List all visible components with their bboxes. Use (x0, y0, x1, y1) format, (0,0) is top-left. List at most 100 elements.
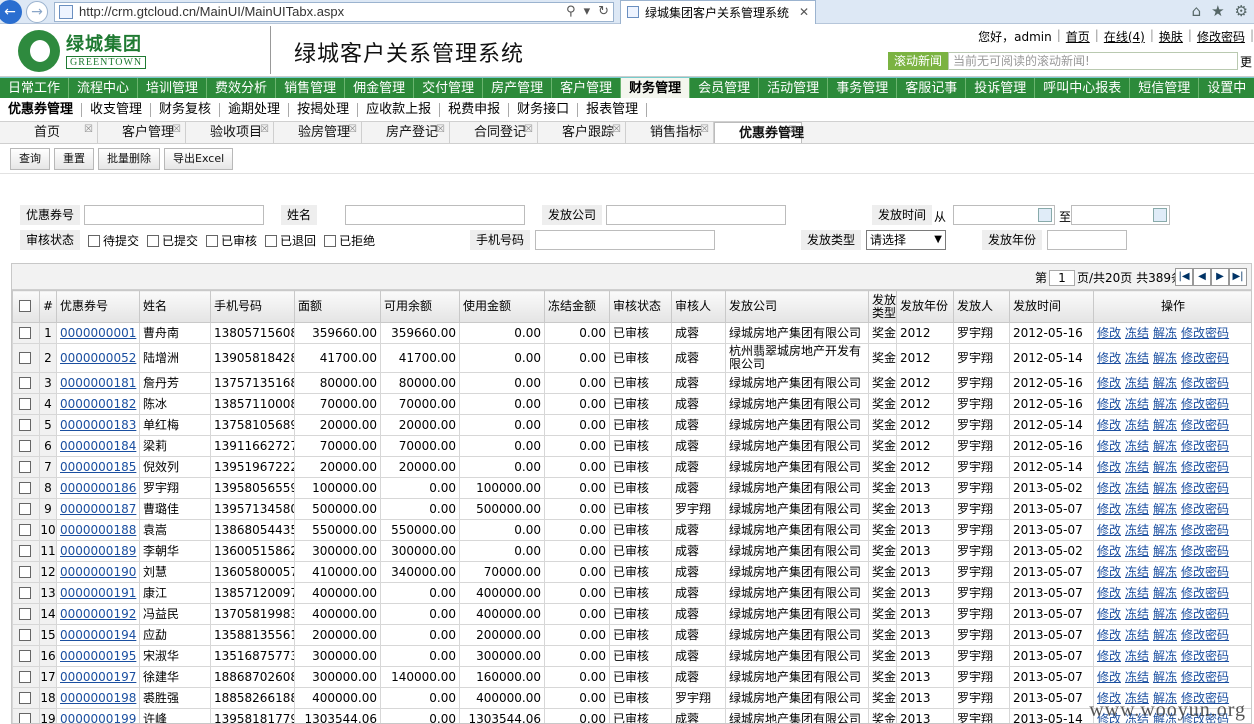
status-checkbox[interactable] (324, 235, 337, 247)
row-checkbox-cell[interactable] (12, 603, 40, 625)
change-password-link[interactable]: 修改密码 (1181, 439, 1229, 453)
unfreeze-link[interactable]: 解冻 (1153, 460, 1177, 474)
edit-link[interactable]: 修改 (1097, 502, 1121, 516)
main-nav-item[interactable]: 交付管理 (414, 78, 484, 98)
change-password-link[interactable]: 修改密码 (1181, 649, 1229, 663)
unfreeze-link[interactable]: 解冻 (1153, 418, 1177, 432)
row-checkbox[interactable] (18, 397, 31, 410)
row-checkbox-cell[interactable] (12, 393, 40, 415)
row-checkbox[interactable] (18, 628, 31, 641)
status-checkbox-option[interactable]: 已退回 (265, 232, 316, 249)
status-checkbox-option[interactable]: 待提交 (88, 232, 139, 249)
coupon-no-input[interactable] (84, 205, 264, 225)
favorites-star-icon[interactable]: ★ (1211, 2, 1224, 20)
freeze-link[interactable]: 冻结 (1125, 481, 1149, 495)
coupon-no-link[interactable]: 0000000181 (60, 376, 136, 390)
status-checkbox[interactable] (265, 235, 278, 247)
unfreeze-link[interactable]: 解冻 (1153, 351, 1177, 365)
coupon-no-link[interactable]: 0000000190 (60, 565, 136, 579)
unfreeze-link[interactable]: 解冻 (1153, 649, 1177, 663)
row-checkbox-cell[interactable] (12, 372, 40, 394)
sub-nav-item[interactable]: 应收款上报 (358, 102, 441, 117)
freeze-link[interactable]: 冻结 (1125, 565, 1149, 579)
page-tab[interactable]: 优惠券管理 ☒ (714, 122, 804, 143)
freeze-link[interactable]: 冻结 (1125, 670, 1149, 684)
main-nav-item[interactable]: 房产管理 (483, 78, 553, 98)
coupon-no-link[interactable]: 0000000195 (60, 649, 136, 663)
news-more[interactable]: 更 (1238, 53, 1254, 70)
change-password-link[interactable]: 修改密码 (1181, 607, 1229, 621)
page-tab[interactable]: 合同登记 ☒ (450, 122, 538, 143)
unfreeze-link[interactable]: 解冻 (1153, 376, 1177, 390)
first-page-icon[interactable]: |◀ (1175, 268, 1193, 286)
change-password-link[interactable]: 修改密码 (1181, 502, 1229, 516)
edit-link[interactable]: 修改 (1097, 565, 1121, 579)
main-nav-item[interactable]: 设置中 (1199, 78, 1254, 98)
row-checkbox[interactable] (18, 351, 31, 364)
unfreeze-link[interactable]: 解冻 (1153, 397, 1177, 411)
unfreeze-link[interactable]: 解冻 (1153, 628, 1177, 642)
main-nav-item[interactable]: 投诉管理 (966, 78, 1036, 98)
address-url[interactable]: http://crm.gtcloud.cn/MainUI/MainUITabx.… (79, 4, 562, 19)
coupon-no-link[interactable]: 0000000187 (60, 502, 136, 516)
query-button[interactable]: 查询 (10, 147, 50, 170)
coupon-no-link[interactable]: 0000000191 (60, 586, 136, 600)
row-checkbox-cell[interactable] (12, 645, 40, 667)
coupon-no-link[interactable]: 0000000184 (60, 439, 136, 453)
main-nav-item[interactable]: 事务管理 (828, 78, 898, 98)
page-tab[interactable]: 客户管理 ☒ (98, 122, 186, 143)
edit-link[interactable]: 修改 (1097, 649, 1121, 663)
home-icon[interactable]: ⌂ (1192, 2, 1202, 20)
sub-nav-item[interactable]: 税费申报 (440, 102, 510, 117)
main-nav-item[interactable]: 会员管理 (690, 78, 760, 98)
main-nav-item[interactable]: 流程中心 (69, 78, 139, 98)
freeze-link[interactable]: 冻结 (1125, 326, 1149, 340)
main-nav-item[interactable]: 呼叫中心报表 (1035, 78, 1131, 98)
edit-link[interactable]: 修改 (1097, 439, 1121, 453)
status-checkbox-option[interactable]: 已审核 (206, 232, 257, 249)
status-checkbox[interactable] (206, 235, 219, 247)
coupon-no-link[interactable]: 0000000188 (60, 523, 136, 537)
unfreeze-link[interactable]: 解冻 (1153, 586, 1177, 600)
row-checkbox-cell[interactable] (12, 456, 40, 478)
change-password-link[interactable]: 修改密码 (1181, 397, 1229, 411)
freeze-link[interactable]: 冻结 (1125, 502, 1149, 516)
edit-link[interactable]: 修改 (1097, 376, 1121, 390)
sub-nav-item[interactable]: 按揭处理 (289, 102, 359, 117)
freeze-link[interactable]: 冻结 (1125, 376, 1149, 390)
browser-tab[interactable]: 绿城集团客户关系管理系统 ✕ (620, 0, 816, 24)
main-nav-item[interactable]: 佣金管理 (345, 78, 415, 98)
row-checkbox[interactable] (18, 670, 31, 683)
edit-link[interactable]: 修改 (1097, 460, 1121, 474)
row-checkbox-cell[interactable] (12, 624, 40, 646)
edit-link[interactable]: 修改 (1097, 351, 1121, 365)
forward-arrow-icon[interactable]: → (26, 0, 48, 23)
row-checkbox-cell[interactable] (12, 708, 40, 723)
last-page-icon[interactable]: ▶| (1229, 268, 1247, 286)
select-all-checkbox-cell[interactable] (12, 290, 40, 323)
address-bar[interactable]: http://crm.gtcloud.cn/MainUI/MainUITabx.… (54, 1, 614, 22)
change-password-link[interactable]: 修改密码 (1181, 523, 1229, 537)
select-all-checkbox[interactable] (18, 300, 31, 312)
edit-link[interactable]: 修改 (1097, 326, 1121, 340)
freeze-link[interactable]: 冻结 (1125, 439, 1149, 453)
close-tab-icon[interactable]: ☒ (436, 122, 445, 141)
status-checkbox[interactable] (147, 235, 160, 247)
unfreeze-link[interactable]: 解冻 (1153, 481, 1177, 495)
change-password-link[interactable]: 修改密码 (1192, 28, 1250, 45)
dropdown-icon[interactable]: ▾ (580, 4, 595, 19)
row-checkbox-cell[interactable] (12, 582, 40, 604)
row-checkbox-cell[interactable] (12, 687, 40, 709)
edit-link[interactable]: 修改 (1097, 586, 1121, 600)
search-icon[interactable]: ⚲ (562, 4, 580, 19)
page-tab[interactable]: 验房管理 ☒ (274, 122, 362, 143)
freeze-link[interactable]: 冻结 (1125, 397, 1149, 411)
row-checkbox[interactable] (18, 418, 31, 431)
page-tab[interactable]: 销售指标 ☒ (626, 122, 714, 143)
change-password-link[interactable]: 修改密码 (1181, 670, 1229, 684)
coupon-no-link[interactable]: 0000000186 (60, 481, 136, 495)
issue-time-from-input[interactable] (953, 205, 1055, 225)
row-checkbox[interactable] (18, 376, 31, 389)
coupon-no-link[interactable]: 0000000194 (60, 628, 136, 642)
coupon-no-link[interactable]: 0000000198 (60, 691, 136, 705)
